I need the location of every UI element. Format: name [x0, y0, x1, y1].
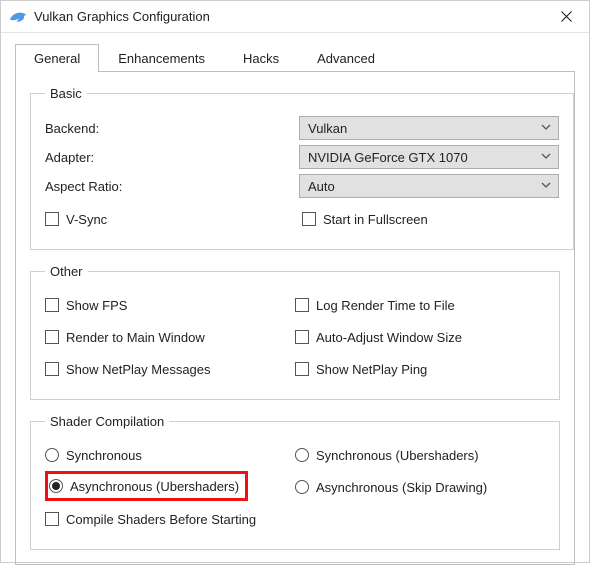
radio-icon: [295, 448, 309, 462]
tab-hacks[interactable]: Hacks: [224, 44, 298, 72]
row-aspect: Aspect Ratio: Auto: [45, 174, 559, 198]
close-button[interactable]: [543, 1, 589, 33]
checkbox-label: Log Render Time to File: [316, 298, 455, 313]
netplay-ping-checkbox[interactable]: Show NetPlay Ping: [295, 358, 545, 380]
checkbox-label: V-Sync: [66, 212, 107, 227]
checkbox-label: Render to Main Window: [66, 330, 205, 345]
sync-uber-radio[interactable]: Synchronous (Ubershaders): [295, 444, 545, 466]
tab-label: Enhancements: [118, 51, 205, 66]
vsync-checkbox[interactable]: V-Sync: [45, 208, 302, 230]
shader-row-3: Compile Shaders Before Starting: [45, 508, 545, 530]
tab-label: Hacks: [243, 51, 279, 66]
radio-label: Synchronous (Ubershaders): [316, 448, 479, 463]
group-other: Other Show FPS Log Render Time to File: [30, 264, 560, 400]
tab-general[interactable]: General: [15, 44, 99, 72]
compile-before-checkbox[interactable]: Compile Shaders Before Starting: [45, 508, 545, 530]
backend-select[interactable]: Vulkan: [299, 116, 559, 140]
other-row-1: Show FPS Log Render Time to File: [45, 289, 545, 321]
window-title: Vulkan Graphics Configuration: [34, 9, 543, 24]
client-area: General Enhancements Hacks Advanced Basi…: [1, 33, 589, 579]
aspect-label: Aspect Ratio:: [45, 179, 299, 194]
fullscreen-checkbox[interactable]: Start in Fullscreen: [302, 208, 559, 230]
dolphin-icon: [9, 8, 27, 26]
tabs: General Enhancements Hacks Advanced: [15, 43, 575, 71]
checkbox-label: Auto-Adjust Window Size: [316, 330, 462, 345]
tab-label: General: [34, 51, 80, 66]
auto-adjust-checkbox[interactable]: Auto-Adjust Window Size: [295, 326, 545, 348]
checkbox-icon: [45, 330, 59, 344]
checkbox-label: Show NetPlay Messages: [66, 362, 211, 377]
async-skip-radio[interactable]: Asynchronous (Skip Drawing): [295, 476, 545, 498]
shader-row-1: Synchronous Synchronous (Ubershaders): [45, 439, 545, 471]
checkbox-icon: [45, 362, 59, 376]
chevron-down-icon: [540, 179, 552, 194]
checkbox-icon: [302, 212, 316, 226]
async-uber-radio[interactable]: Asynchronous (Ubershaders): [49, 475, 239, 497]
select-value: Auto: [308, 179, 335, 194]
row-adapter: Adapter: NVIDIA GeForce GTX 1070: [45, 145, 559, 169]
close-icon: [561, 11, 572, 22]
checkbox-label: Compile Shaders Before Starting: [66, 512, 256, 527]
highlight-box: Asynchronous (Ubershaders): [45, 471, 248, 501]
checkbox-icon: [295, 298, 309, 312]
log-render-checkbox[interactable]: Log Render Time to File: [295, 294, 545, 316]
titlebar: Vulkan Graphics Configuration: [1, 1, 589, 33]
tab-enhancements[interactable]: Enhancements: [99, 44, 224, 72]
checkbox-icon: [295, 362, 309, 376]
chevron-down-icon: [540, 150, 552, 165]
shader-row-2: Asynchronous (Ubershaders) Asynchronous …: [45, 471, 545, 503]
dialog-window: Vulkan Graphics Configuration General En…: [0, 0, 590, 563]
group-shader: Shader Compilation Synchronous Synchrono…: [30, 414, 560, 550]
tab-panel: Basic Backend: Vulkan Adapter: NVIDIA Ge…: [15, 71, 575, 565]
radio-icon: [45, 448, 59, 462]
row-vsync-fullscreen: V-Sync Start in Fullscreen: [45, 203, 559, 235]
checkbox-label: Start in Fullscreen: [323, 212, 428, 227]
radio-icon: [295, 480, 309, 494]
other-row-3: Show NetPlay Messages Show NetPlay Ping: [45, 353, 545, 385]
group-legend: Shader Compilation: [45, 414, 169, 429]
aspect-select[interactable]: Auto: [299, 174, 559, 198]
tab-label: Advanced: [317, 51, 375, 66]
other-row-2: Render to Main Window Auto-Adjust Window…: [45, 321, 545, 353]
select-value: NVIDIA GeForce GTX 1070: [308, 150, 468, 165]
checkbox-icon: [45, 512, 59, 526]
row-backend: Backend: Vulkan: [45, 116, 559, 140]
adapter-label: Adapter:: [45, 150, 299, 165]
render-main-checkbox[interactable]: Render to Main Window: [45, 326, 295, 348]
adapter-select[interactable]: NVIDIA GeForce GTX 1070: [299, 145, 559, 169]
group-basic: Basic Backend: Vulkan Adapter: NVIDIA Ge…: [30, 86, 574, 250]
radio-icon: [49, 479, 63, 493]
backend-label: Backend:: [45, 121, 299, 136]
checkbox-icon: [45, 298, 59, 312]
select-value: Vulkan: [308, 121, 347, 136]
radio-label: Asynchronous (Skip Drawing): [316, 480, 487, 495]
chevron-down-icon: [540, 121, 552, 136]
checkbox-icon: [295, 330, 309, 344]
tab-advanced[interactable]: Advanced: [298, 44, 394, 72]
netplay-msgs-checkbox[interactable]: Show NetPlay Messages: [45, 358, 295, 380]
radio-label: Synchronous: [66, 448, 142, 463]
group-legend: Basic: [45, 86, 87, 101]
checkbox-icon: [45, 212, 59, 226]
group-legend: Other: [45, 264, 88, 279]
show-fps-checkbox[interactable]: Show FPS: [45, 294, 295, 316]
sync-radio[interactable]: Synchronous: [45, 444, 295, 466]
checkbox-label: Show NetPlay Ping: [316, 362, 427, 377]
checkbox-label: Show FPS: [66, 298, 127, 313]
radio-label: Asynchronous (Ubershaders): [70, 479, 239, 494]
